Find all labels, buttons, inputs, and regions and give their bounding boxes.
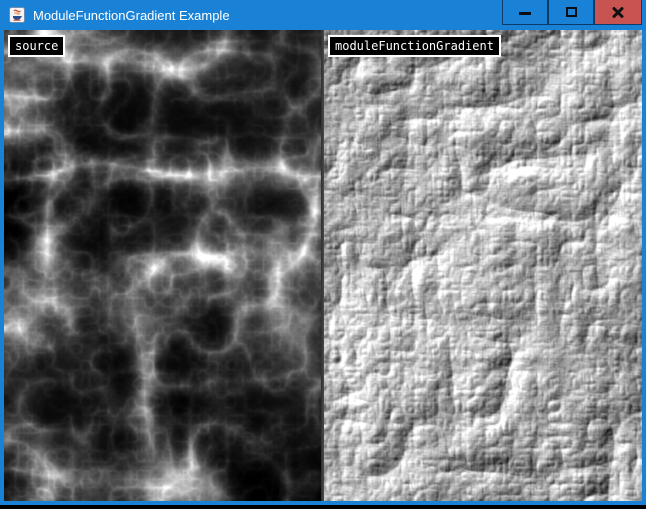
- titlebar[interactable]: ModuleFunctionGradient Example: [4, 0, 642, 30]
- titlebar-buttons: [502, 0, 642, 25]
- panel-source: source: [4, 30, 321, 501]
- source-label-text: source: [15, 39, 58, 53]
- java-coffee-cup-icon[interactable]: [9, 7, 25, 23]
- maximize-button[interactable]: [548, 0, 594, 25]
- close-icon: [611, 5, 625, 19]
- maximize-icon: [566, 7, 577, 17]
- minimize-icon: [519, 12, 531, 15]
- minimize-button[interactable]: [502, 0, 548, 25]
- source-noise-image: [4, 30, 321, 501]
- app-window: ModuleFunctionGradient Example source mo…: [0, 0, 646, 505]
- source-label: source: [8, 35, 65, 57]
- module-function-gradient-label: moduleFunctionGradient: [328, 35, 501, 57]
- panel-module-function-gradient: moduleFunctionGradient: [324, 30, 642, 501]
- close-button[interactable]: [594, 0, 642, 25]
- window-title: ModuleFunctionGradient Example: [33, 8, 230, 23]
- content-area: source moduleFunctionGradient: [4, 30, 642, 501]
- module-function-gradient-label-text: moduleFunctionGradient: [335, 39, 494, 53]
- module-function-gradient-image: [324, 30, 642, 501]
